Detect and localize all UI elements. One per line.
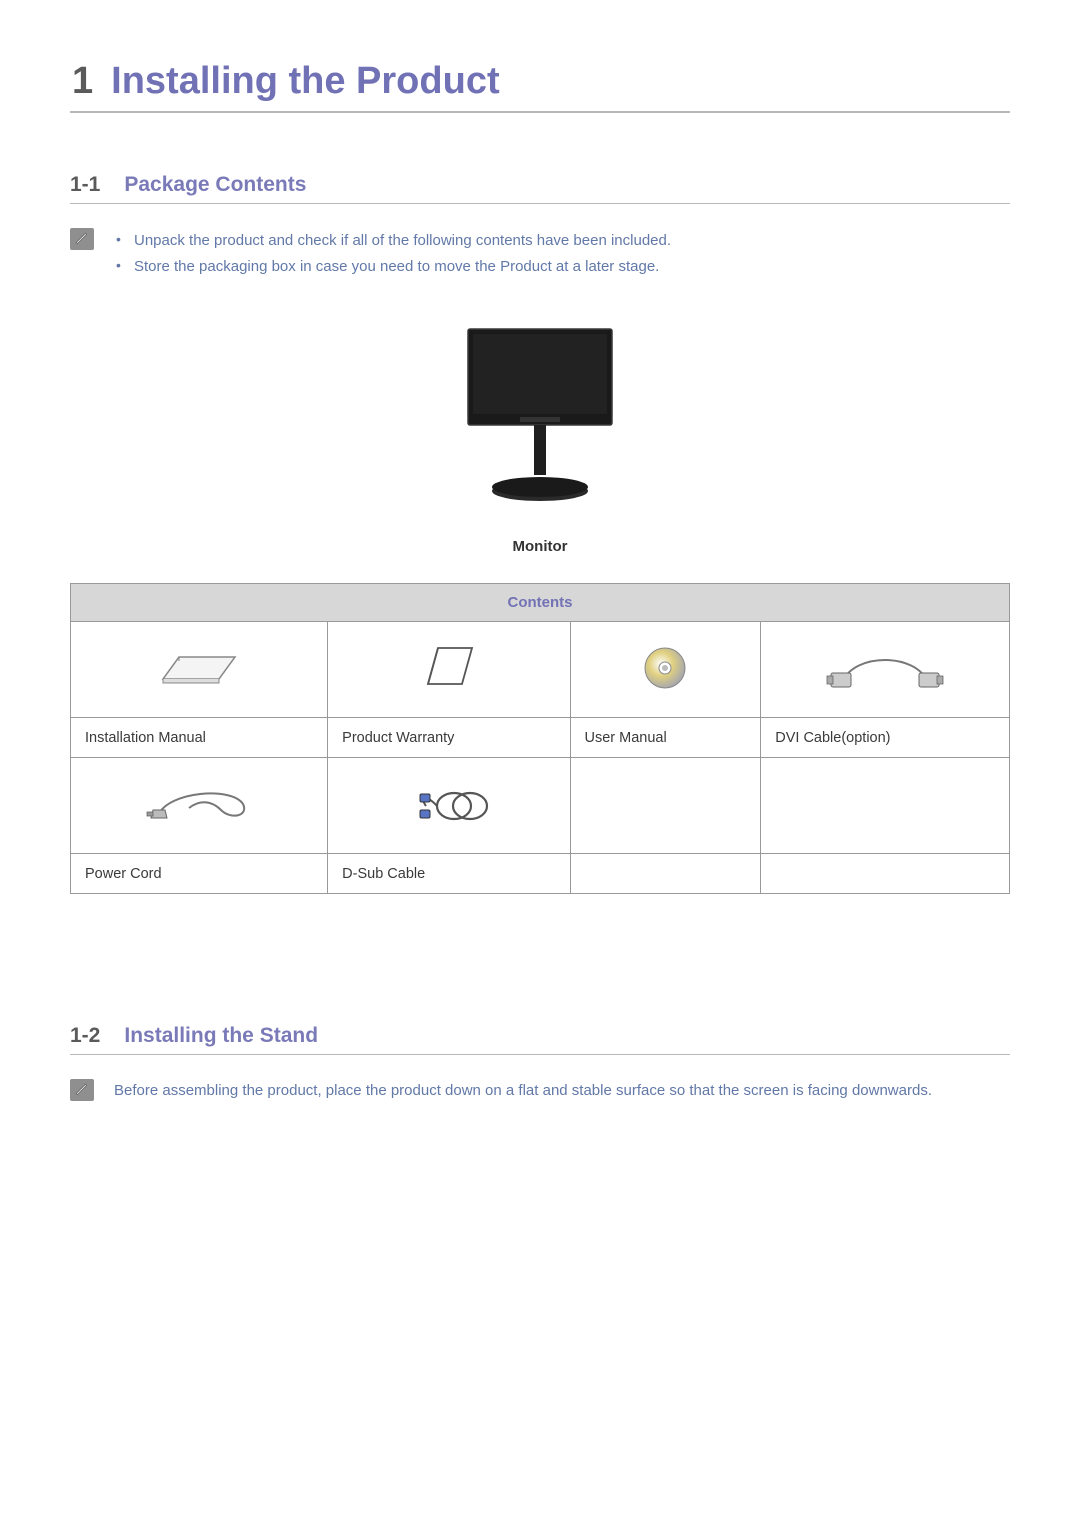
item-label: Power Cord (71, 854, 328, 894)
divider-thin (70, 1054, 1010, 1055)
table-row (71, 622, 1010, 718)
section-1-title: Package Contents (124, 173, 306, 196)
item-image-user-manual (570, 622, 761, 718)
empty-cell (761, 758, 1010, 854)
monitor-image (440, 319, 640, 524)
table-row (71, 758, 1010, 854)
item-label: Installation Manual (71, 718, 328, 758)
item-label: Product Warranty (328, 718, 570, 758)
section-heading-1-2: 1-2 Installing the Stand (70, 1024, 1010, 1048)
divider-thick (70, 111, 1010, 113)
item-image-installation-manual (71, 622, 328, 718)
note-list-1: Unpack the product and check if all of t… (112, 228, 1010, 279)
note-item: Unpack the product and check if all of t… (112, 228, 1010, 254)
note-block-2: Before assembling the product, place the… (70, 1079, 1010, 1103)
table-header: Contents (71, 584, 1010, 622)
empty-cell (761, 854, 1010, 894)
item-image-dsub-cable (328, 758, 570, 854)
table-row: Installation Manual Product Warranty Use… (71, 718, 1010, 758)
section-2-number: 1-2 (70, 1024, 100, 1047)
empty-cell (570, 758, 761, 854)
contents-table: Contents (70, 583, 1010, 894)
item-label: DVI Cable(option) (761, 718, 1010, 758)
note-icon (70, 228, 94, 250)
empty-cell (570, 854, 761, 894)
note-paragraph: Before assembling the product, place the… (112, 1079, 1010, 1103)
note-item: Store the packaging box in case you need… (112, 254, 1010, 280)
monitor-figure: Monitor (70, 319, 1010, 555)
item-label: User Manual (570, 718, 761, 758)
item-image-product-warranty (328, 622, 570, 718)
table-row: Power Cord D-Sub Cable (71, 854, 1010, 894)
note-block-1: Unpack the product and check if all of t… (70, 228, 1010, 279)
item-image-dvi-cable (761, 622, 1010, 718)
item-image-power-cord (71, 758, 328, 854)
chapter-number: 1 (72, 60, 93, 102)
section-1-number: 1-1 (70, 173, 100, 196)
monitor-label: Monitor (70, 538, 1010, 555)
chapter-title: 1 Installing the Product (70, 60, 1010, 103)
item-label: D-Sub Cable (328, 854, 570, 894)
chapter-title-text: Installing the Product (111, 60, 499, 102)
divider-thin (70, 203, 1010, 204)
section-heading-1-1: 1-1 Package Contents (70, 173, 1010, 197)
note-icon (70, 1079, 94, 1101)
section-2-title: Installing the Stand (124, 1024, 318, 1047)
